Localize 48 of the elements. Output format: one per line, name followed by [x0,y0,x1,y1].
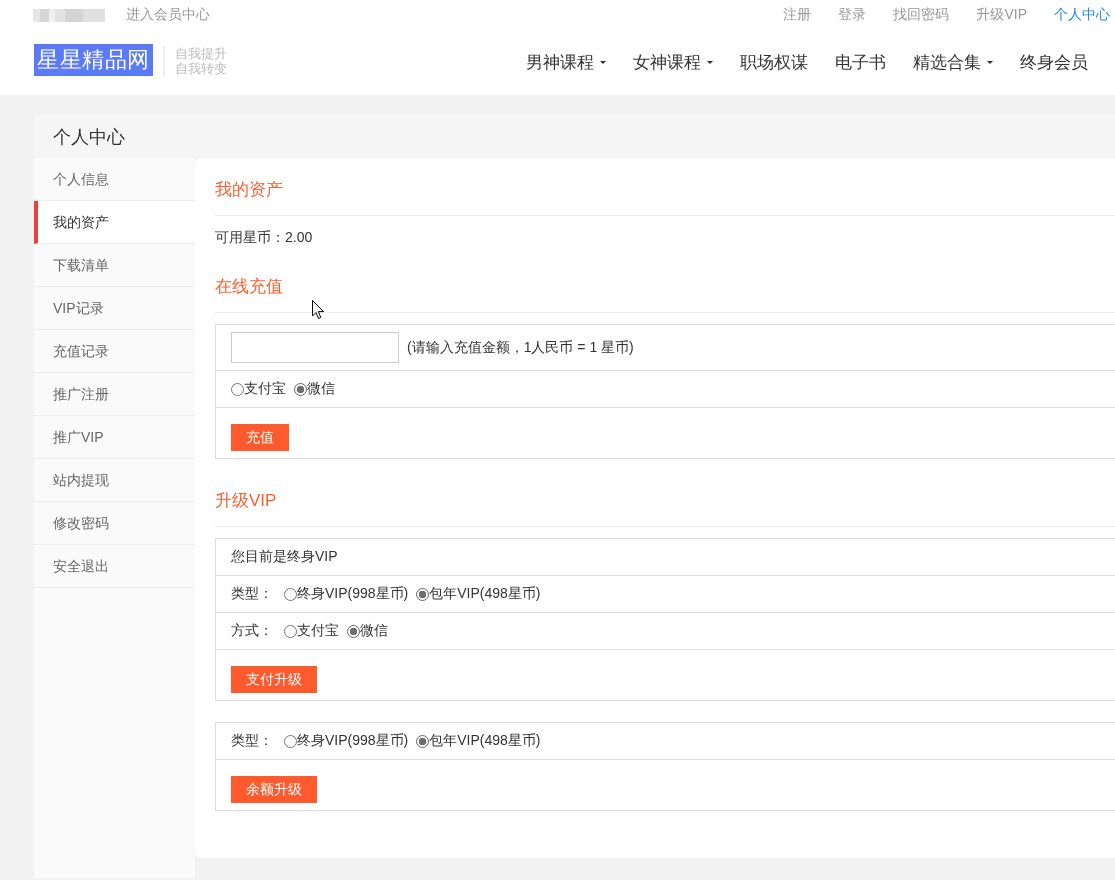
radio-label[interactable]: 支付宝 [244,380,286,398]
recharge-button[interactable]: 充值 [231,424,289,451]
balance-upgrade-button[interactable]: 余额升级 [231,776,317,803]
nav-link[interactable]: 男神课程 [526,51,606,74]
pay-upgrade-button[interactable]: 支付升级 [231,666,317,693]
nav-link[interactable]: 精选合集 [913,51,993,74]
caret-icon [707,61,713,64]
radio-label[interactable]: 终身VIP(998星币) [297,585,409,603]
section-heading: 在线充值 [215,277,283,296]
radio-button[interactable] [284,624,297,638]
section-heading: 我的资产 [215,180,283,199]
nav-link[interactable]: 终身会员 [1020,51,1088,74]
radio-label[interactable]: 微信 [307,380,335,398]
sidebar-item[interactable]: 我的资产 [34,201,195,244]
slogan-line: 自我转变 [175,60,227,76]
nav-link[interactable]: 职场权谋 [740,51,808,74]
radio-button[interactable] [231,382,244,396]
nav-link[interactable]: 女神课程 [633,51,713,74]
amount-input[interactable] [231,332,399,363]
radio-button[interactable] [284,734,297,748]
top-link[interactable]: 个人中心 [1054,6,1110,24]
blurred-text-block [33,8,105,22]
radio-button[interactable] [416,734,430,748]
balance-text: 可用星币：2.00 [215,229,313,245]
field-label: 类型： [231,585,273,603]
radio-label[interactable]: 微信 [360,622,388,640]
amount-hint: (请输入充值金额，1人民币 = 1 星币) [407,338,634,357]
vip-status-text: 您目前是终身VIP [231,548,338,566]
site-logo[interactable]: 星星精品网 [34,43,153,76]
radio-button[interactable] [347,624,360,638]
nav-link[interactable]: 电子书 [835,51,886,74]
radio-label[interactable]: 包年VIP(498星币) [429,732,541,750]
top-link[interactable]: 登录 [838,6,867,24]
page-title: 个人中心 [53,125,125,149]
top-link[interactable]: 注册 [783,6,812,24]
caret-icon [600,61,606,64]
section-heading: 升级VIP [215,491,277,510]
mouse-pointer-icon [312,300,325,320]
slogan-line: 自我提升 [175,45,227,61]
caret-icon [987,61,993,64]
radio-button[interactable] [284,587,297,601]
field-label: 类型： [231,732,273,750]
radio-label[interactable]: 终身VIP(998星币) [297,732,409,750]
field-label: 方式： [231,622,273,640]
radio-label[interactable]: 支付宝 [297,622,339,640]
radio-button[interactable] [294,382,307,396]
radio-button[interactable] [416,587,430,601]
radio-label[interactable]: 包年VIP(498星币) [429,585,541,603]
